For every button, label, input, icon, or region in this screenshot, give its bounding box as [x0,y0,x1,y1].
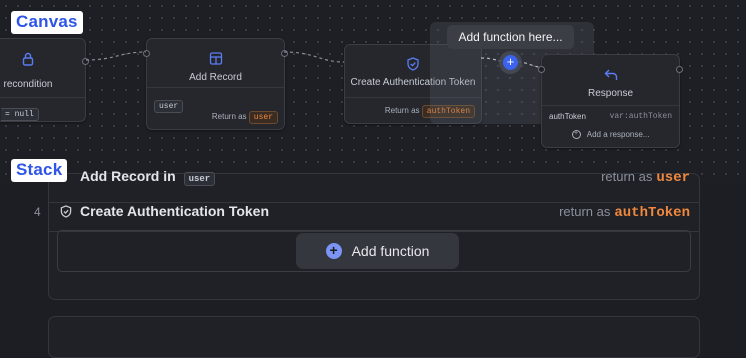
plus-circle-icon: + [571,130,581,140]
add-function-zone: + Add function [57,230,691,272]
response-stack-card [48,316,700,358]
row-number: 4 [34,205,41,219]
plus-circle-icon: + [325,243,342,259]
response-value: var:authToken [609,112,672,121]
canvas-label: Canvas [11,11,83,34]
stack-label: Stack [11,159,68,182]
input-port[interactable] [538,66,545,73]
function-stack-card: 3 Add Record in user return asuser 4 Cre… [34,168,700,300]
row-title: Create Authentication Token [80,203,270,219]
add-function-tooltip: Add function here... [447,25,574,49]
node-response[interactable]: Response authToken var:authToken + Add a… [538,54,683,148]
output-port[interactable] [676,66,683,73]
reply-icon [604,68,618,86]
shield-check-icon [60,205,72,223]
stack-row[interactable]: 4 Create Authentication Token return as a… [34,193,699,232]
stack-area: 3 Add Record in user return asuser 4 Cre… [0,168,746,358]
add-function-here-button[interactable]: + [503,55,518,70]
row-return: return as authToken [559,204,690,221]
plus-icon: + [506,54,515,69]
add-function-button[interactable]: + Add function [296,233,459,269]
node-title: Response [587,88,634,99]
response-key: authToken [549,112,586,121]
add-response-link[interactable]: + Add a response... [542,130,679,140]
canvas-area[interactable]: Canvas recondition = null Add Record use… [0,0,746,183]
add-function-label: Add function [351,243,430,259]
